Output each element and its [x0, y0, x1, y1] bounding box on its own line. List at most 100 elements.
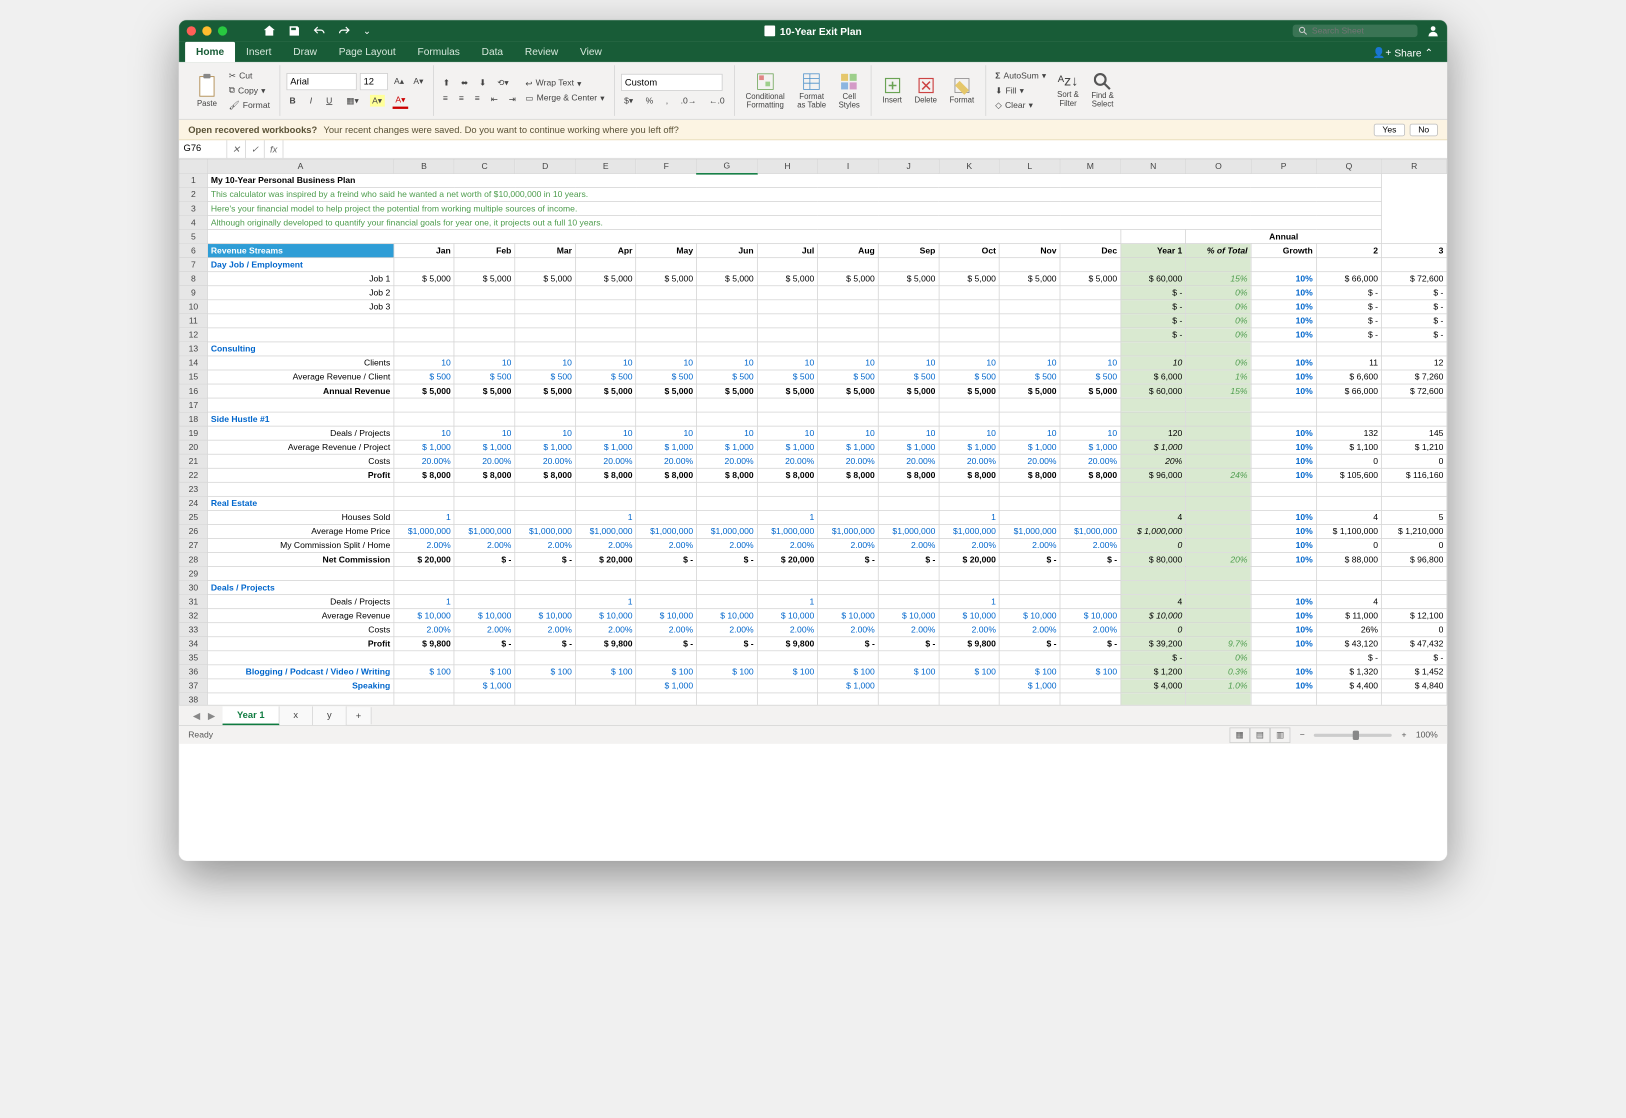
- cell[interactable]: [575, 482, 636, 496]
- cell[interactable]: $ 100: [999, 665, 1060, 679]
- cell[interactable]: 15%: [1186, 272, 1251, 286]
- cell[interactable]: [515, 328, 576, 342]
- cell[interactable]: [394, 482, 455, 496]
- row-header[interactable]: 8: [179, 272, 207, 286]
- cell[interactable]: [1251, 566, 1316, 580]
- cell[interactable]: [696, 258, 757, 272]
- cell[interactable]: $ 8,000: [696, 468, 757, 482]
- font-color-button[interactable]: A▾: [392, 93, 408, 109]
- cell[interactable]: [1316, 398, 1381, 412]
- cell[interactable]: [1316, 580, 1381, 594]
- cell[interactable]: [636, 412, 697, 426]
- cell[interactable]: $ 8,000: [454, 468, 515, 482]
- row-header[interactable]: 26: [179, 524, 207, 538]
- copy-button[interactable]: ⧉Copy ▾: [226, 84, 273, 97]
- cell[interactable]: $ 8,000: [999, 468, 1060, 482]
- cell[interactable]: [696, 580, 757, 594]
- cell[interactable]: 2.00%: [515, 623, 576, 637]
- cell[interactable]: [575, 328, 636, 342]
- cell[interactable]: [1060, 286, 1121, 300]
- tab-prev-button[interactable]: ◀: [193, 710, 200, 721]
- cell[interactable]: $ 1,210: [1381, 440, 1446, 454]
- row-header[interactable]: 21: [179, 454, 207, 468]
- cell[interactable]: [878, 482, 939, 496]
- cell[interactable]: [575, 580, 636, 594]
- cell[interactable]: 5: [1381, 510, 1446, 524]
- cell[interactable]: $ -: [1381, 300, 1446, 314]
- cell[interactable]: $ 9,800: [394, 637, 455, 651]
- cell[interactable]: 10%: [1251, 524, 1316, 538]
- cell[interactable]: $ 500: [696, 370, 757, 384]
- row-header[interactable]: 38: [179, 693, 207, 705]
- search-input[interactable]: [1312, 26, 1411, 35]
- cell[interactable]: $ 100: [636, 665, 697, 679]
- cell[interactable]: [878, 258, 939, 272]
- cell[interactable]: 145: [1381, 426, 1446, 440]
- cell[interactable]: [939, 314, 1000, 328]
- cell[interactable]: $ 5,000: [696, 272, 757, 286]
- row-header[interactable]: 31: [179, 594, 207, 608]
- cell[interactable]: [878, 342, 939, 356]
- cell[interactable]: $ 500: [878, 370, 939, 384]
- cell[interactable]: [207, 651, 393, 665]
- cell[interactable]: $ 5,000: [999, 384, 1060, 398]
- cell[interactable]: $ 43,120: [1316, 637, 1381, 651]
- cell[interactable]: $ 500: [1060, 370, 1121, 384]
- chevron-up-icon[interactable]: ⌃: [1425, 47, 1434, 59]
- cell[interactable]: $ 1,000: [757, 440, 818, 454]
- cell[interactable]: [636, 286, 697, 300]
- cell[interactable]: 20.00%: [575, 454, 636, 468]
- cell[interactable]: $ -: [1381, 328, 1446, 342]
- cell[interactable]: [939, 258, 1000, 272]
- row-header[interactable]: 29: [179, 566, 207, 580]
- cell[interactable]: $ -: [636, 552, 697, 566]
- row-header[interactable]: 28: [179, 552, 207, 566]
- cell[interactable]: $ 72,600: [1381, 272, 1446, 286]
- cell[interactable]: $ 8,000: [575, 468, 636, 482]
- cell[interactable]: [454, 398, 515, 412]
- close-icon[interactable]: [187, 26, 196, 35]
- cell[interactable]: $ 8,000: [515, 468, 576, 482]
- row-header[interactable]: 2: [179, 187, 207, 201]
- row-header[interactable]: 36: [179, 665, 207, 679]
- cell[interactable]: [696, 651, 757, 665]
- cell[interactable]: 0: [1120, 538, 1185, 552]
- sheet-tab-y[interactable]: y: [313, 706, 347, 725]
- save-icon[interactable]: [288, 25, 300, 37]
- cell[interactable]: [515, 496, 576, 510]
- cell[interactable]: [1186, 398, 1251, 412]
- row-header[interactable]: 17: [179, 398, 207, 412]
- cell[interactable]: [454, 412, 515, 426]
- tab-draw[interactable]: Draw: [282, 42, 328, 62]
- cell[interactable]: $ 1,000: [515, 440, 576, 454]
- cell[interactable]: [394, 412, 455, 426]
- cell[interactable]: 2.00%: [878, 623, 939, 637]
- cell[interactable]: [999, 300, 1060, 314]
- cell[interactable]: $ 9,800: [939, 637, 1000, 651]
- cell[interactable]: [878, 693, 939, 705]
- cell[interactable]: 15%: [1186, 384, 1251, 398]
- fill-color-button[interactable]: A▾: [370, 95, 385, 107]
- cell[interactable]: $ 5,000: [575, 384, 636, 398]
- page-layout-button[interactable]: ▤: [1250, 727, 1270, 743]
- cell[interactable]: [1060, 651, 1121, 665]
- cell[interactable]: [1251, 482, 1316, 496]
- cell[interactable]: $1,000,000: [999, 524, 1060, 538]
- cell[interactable]: [454, 342, 515, 356]
- cell[interactable]: [1186, 594, 1251, 608]
- cell-styles-button[interactable]: Cell Styles: [834, 70, 865, 111]
- cell[interactable]: 10%: [1251, 314, 1316, 328]
- row-header[interactable]: 25: [179, 510, 207, 524]
- cell[interactable]: 10: [939, 426, 1000, 440]
- row-header[interactable]: 35: [179, 651, 207, 665]
- cell[interactable]: 2.00%: [394, 538, 455, 552]
- cell[interactable]: [818, 314, 879, 328]
- cell[interactable]: 1: [575, 594, 636, 608]
- cell[interactable]: [575, 412, 636, 426]
- cell[interactable]: $ -: [1381, 651, 1446, 665]
- cell[interactable]: 10: [454, 426, 515, 440]
- cell[interactable]: [575, 679, 636, 693]
- cell[interactable]: $ 8,000: [636, 468, 697, 482]
- col-header[interactable]: E: [575, 159, 636, 173]
- tab-data[interactable]: Data: [471, 42, 514, 62]
